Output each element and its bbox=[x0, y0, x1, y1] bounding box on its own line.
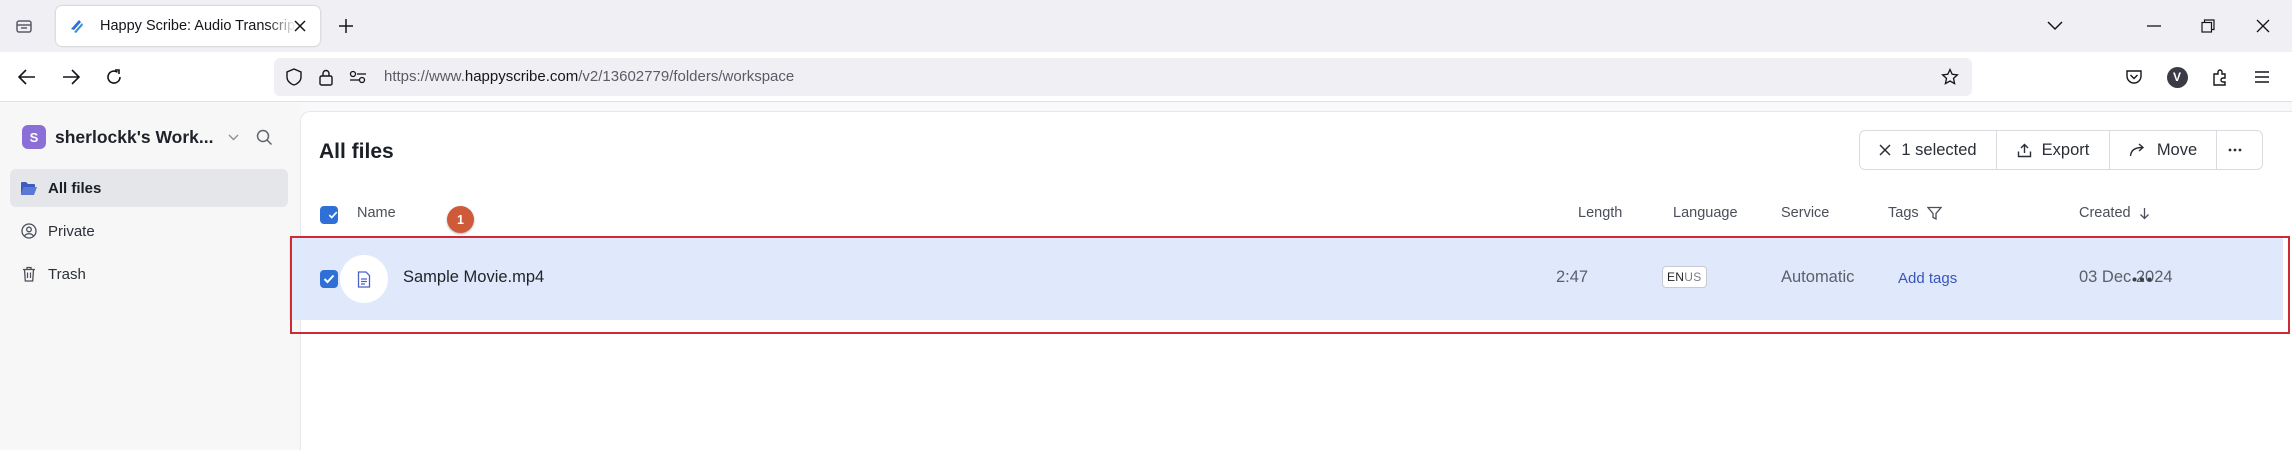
created-date: 03 Dec 2024 bbox=[2079, 268, 2173, 286]
minimize-icon[interactable] bbox=[2140, 12, 2168, 40]
back-arrow-icon[interactable] bbox=[13, 63, 41, 91]
sidebar-item-label: Private bbox=[48, 222, 95, 240]
file-name-link[interactable]: Sample Movie.mp4 bbox=[403, 268, 544, 287]
browser-tab-bar: Happy Scribe: Audio Transcripti bbox=[0, 0, 2292, 52]
pocket-icon[interactable] bbox=[2120, 63, 2148, 91]
move-label: Move bbox=[2156, 140, 2198, 159]
user-circle-icon bbox=[20, 222, 38, 240]
checkbox-checked-icon bbox=[320, 206, 338, 224]
extension-avatar-icon[interactable]: V bbox=[2163, 63, 2191, 91]
chevron-down-icon bbox=[228, 134, 239, 141]
folder-open-icon bbox=[20, 179, 38, 197]
clear-selection-button[interactable]: 1 selected bbox=[1860, 131, 1997, 169]
selected-count: 1 selected bbox=[1901, 140, 1977, 159]
extensions-puzzle-icon[interactable] bbox=[2206, 63, 2234, 91]
main-panel: All files 1 selected Export Move Name Le… bbox=[289, 111, 2292, 450]
column-header-tags[interactable]: Tags bbox=[1888, 205, 1942, 221]
happyscribe-favicon-icon bbox=[68, 16, 88, 36]
column-header-tags-label: Tags bbox=[1888, 205, 1919, 221]
export-label: Export bbox=[2041, 140, 2090, 159]
page-title: All files bbox=[319, 140, 394, 163]
close-tab-icon[interactable] bbox=[290, 16, 310, 36]
language-badge: EN US bbox=[1662, 266, 1707, 288]
list-all-tabs-chevron-icon[interactable] bbox=[2041, 12, 2069, 40]
column-header-name[interactable]: Name bbox=[357, 205, 396, 221]
move-button[interactable]: Move bbox=[2110, 131, 2217, 169]
add-tags-link[interactable]: Add tags bbox=[1898, 270, 1957, 287]
lock-icon[interactable] bbox=[316, 67, 336, 87]
export-icon bbox=[2017, 143, 2031, 157]
new-tab-icon[interactable] bbox=[334, 14, 358, 38]
tab-title: Happy Scribe: Audio Transcripti bbox=[100, 18, 296, 34]
selection-toolbar: 1 selected Export Move bbox=[1859, 130, 2263, 170]
tracking-shield-icon[interactable] bbox=[284, 67, 304, 87]
browser-nav-bar: https://www.happyscribe.com/v2/13602779/… bbox=[0, 52, 2292, 102]
more-dots-icon bbox=[2228, 148, 2241, 152]
sidebar-item-label: All files bbox=[48, 179, 102, 197]
workspace-avatar: S bbox=[22, 125, 46, 149]
filter-icon bbox=[1926, 206, 1942, 220]
close-window-icon[interactable] bbox=[2249, 12, 2277, 40]
workspace-name: sherlockk's Work... bbox=[55, 126, 214, 147]
column-header-service[interactable]: Service bbox=[1781, 205, 1829, 221]
export-button[interactable]: Export bbox=[1997, 131, 2110, 169]
move-arrow-icon bbox=[2129, 143, 2144, 157]
sidebar-item-label: Trash bbox=[48, 265, 86, 283]
sidebar-item-all-files[interactable]: All files bbox=[10, 169, 288, 207]
row-checkbox[interactable] bbox=[320, 270, 338, 288]
tab-list-icon[interactable] bbox=[10, 13, 38, 39]
file-length: 2:47 bbox=[1556, 268, 1589, 286]
column-header-created-label: Created bbox=[2079, 205, 2131, 221]
restore-window-icon[interactable] bbox=[2194, 12, 2222, 40]
browser-tab[interactable]: Happy Scribe: Audio Transcripti bbox=[56, 6, 320, 46]
reload-icon[interactable] bbox=[100, 63, 128, 91]
hamburger-menu-icon[interactable] bbox=[2248, 63, 2276, 91]
sidebar-item-private[interactable]: Private bbox=[10, 212, 288, 250]
row-more-dots-icon[interactable] bbox=[2127, 264, 2157, 294]
sidebar-item-trash[interactable]: Trash bbox=[10, 255, 288, 293]
trash-icon bbox=[20, 265, 38, 283]
url-text[interactable]: https://www.happyscribe.com/v2/13602779/… bbox=[384, 68, 794, 85]
table-row[interactable]: Sample Movie.mp4 2:47 EN US Automatic Add… bbox=[289, 238, 2283, 320]
column-header-created[interactable]: Created bbox=[2079, 205, 2150, 221]
forward-arrow-icon[interactable] bbox=[57, 63, 85, 91]
sort-descending-arrow-icon bbox=[2139, 207, 2149, 219]
permissions-icon[interactable] bbox=[348, 67, 368, 87]
document-icon bbox=[340, 255, 388, 303]
service-type: Automatic bbox=[1781, 268, 1855, 286]
more-actions-button[interactable] bbox=[2217, 131, 2262, 169]
checkbox-checked-icon bbox=[320, 270, 338, 288]
bookmark-star-icon[interactable] bbox=[1940, 67, 1960, 87]
step-marker-badge: 1 bbox=[447, 206, 474, 233]
column-header-language[interactable]: Language bbox=[1673, 205, 1738, 221]
column-header-length[interactable]: Length bbox=[1578, 205, 1622, 221]
select-all-checkbox[interactable] bbox=[320, 206, 338, 224]
sidebar: S sherlockk's Work... All files Private … bbox=[0, 103, 300, 450]
search-icon[interactable] bbox=[252, 125, 276, 149]
close-icon bbox=[1879, 144, 1891, 156]
url-bar[interactable]: https://www.happyscribe.com/v2/13602779/… bbox=[274, 58, 1972, 96]
